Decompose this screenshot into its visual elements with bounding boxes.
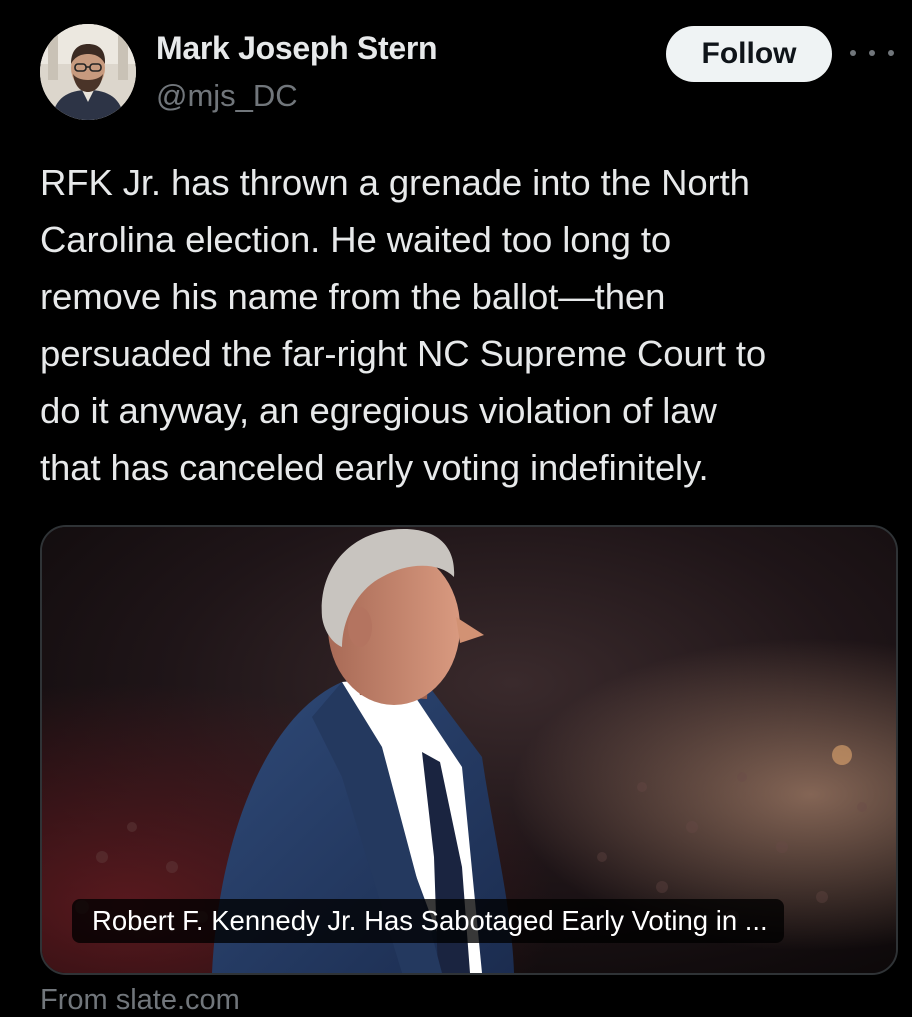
- tweet-text-line: remove his name from the ballot—then: [40, 276, 666, 317]
- link-preview-title: Robert F. Kennedy Jr. Has Sabotaged Earl…: [72, 899, 784, 943]
- more-dot-icon: [850, 50, 856, 56]
- link-source[interactable]: From slate.com: [40, 984, 240, 1017]
- follow-button[interactable]: Follow: [666, 26, 832, 82]
- tweet-text-line: that has canceled early voting indefinit…: [40, 447, 709, 488]
- avatar-image: [40, 24, 136, 120]
- tweet-text-line: RFK Jr. has thrown a grenade into the No…: [40, 162, 750, 203]
- link-preview-card[interactable]: Robert F. Kennedy Jr. Has Sabotaged Earl…: [40, 525, 898, 975]
- author-display-name[interactable]: Mark Joseph Stern: [156, 30, 438, 67]
- tweet-text-line: persuaded the far-right NC Supreme Court…: [40, 333, 767, 374]
- author-avatar[interactable]: [40, 24, 136, 120]
- more-dot-icon: [888, 50, 894, 56]
- tweet-text-line: Carolina election. He waited too long to: [40, 219, 672, 260]
- tweet-text: RFK Jr. has thrown a grenade into the No…: [40, 154, 890, 496]
- author-handle[interactable]: @mjs_DC: [156, 78, 298, 114]
- more-dot-icon: [869, 50, 875, 56]
- more-horizontal-icon[interactable]: [850, 40, 894, 66]
- tweet-text-line: do it anyway, an egregious violation of …: [40, 390, 717, 431]
